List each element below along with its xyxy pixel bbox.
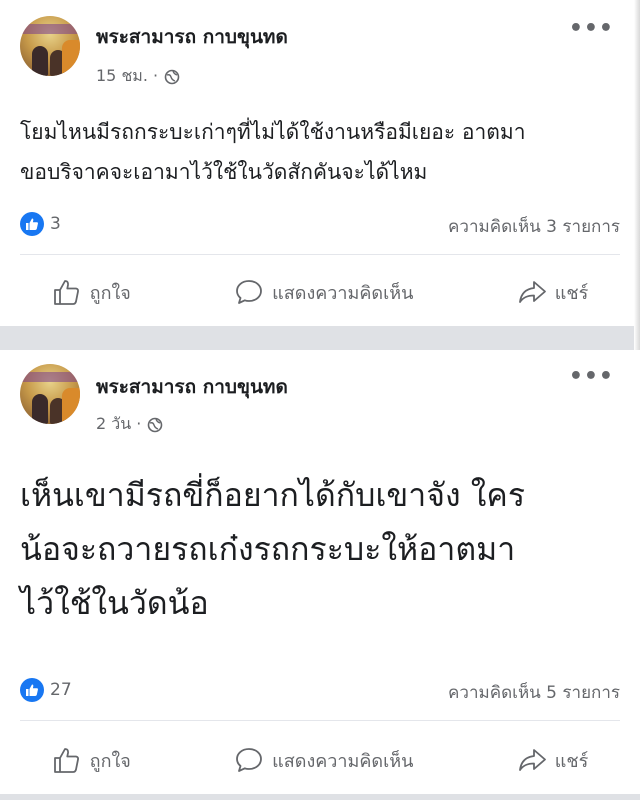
post-meta: 15 ชม. · <box>96 64 180 89</box>
more-options-button[interactable]: ••• <box>569 364 614 389</box>
post-actions-bar: ถูกใจ แสดงความคิดเห็น แชร์ <box>0 270 640 314</box>
share-arrow-icon <box>518 281 546 303</box>
globe-icon <box>164 69 180 84</box>
like-icon <box>20 678 44 702</box>
post-time[interactable]: 2 วัน · <box>96 412 141 437</box>
like-button[interactable]: ถูกใจ <box>52 745 131 775</box>
post-text-line: ไว้ใช้ในวัดน้อ <box>20 584 209 622</box>
like-button[interactable]: ถูกใจ <box>52 277 131 307</box>
share-arrow-icon <box>518 749 546 771</box>
reaction-count: 27 <box>50 680 72 700</box>
comment-bubble-icon <box>236 280 263 304</box>
post-meta: 2 วัน · <box>96 412 163 437</box>
comments-count-link[interactable]: ความคิดเห็น 3 รายการ <box>448 213 620 240</box>
post-text-line: น้อจะถวายรถเก๋งรถกระบะให้อาตมา <box>20 530 516 568</box>
author-avatar[interactable] <box>20 364 80 424</box>
post-card: พระสามารถ กาบขุนทด 2 วัน · ••• เห็นเขามี… <box>0 350 640 794</box>
comment-button[interactable]: แสดงความคิดเห็น <box>234 745 413 775</box>
like-label: ถูกใจ <box>89 750 131 772</box>
post-actions-bar: ถูกใจ แสดงความคิดเห็น แชร์ <box>0 738 640 782</box>
like-label: ถูกใจ <box>89 282 131 304</box>
post-text: เห็นเขามีรถขี่ก็อยากได้กับเขาจัง ใคร น้อ… <box>20 468 622 630</box>
comment-bubble-icon <box>236 748 263 772</box>
thumbs-up-icon <box>53 748 79 773</box>
post-text-line: ขอบริจาคจะเอามาไว้ใช้ในวัดสักคันจะได้ไหม <box>20 160 428 184</box>
comments-count-link[interactable]: ความคิดเห็น 5 รายการ <box>448 679 620 706</box>
page-edge-shadow <box>634 0 640 350</box>
comment-button[interactable]: แสดงความคิดเห็น <box>234 277 413 307</box>
thumbs-up-icon <box>53 280 79 305</box>
post-time[interactable]: 15 ชม. · <box>96 64 158 89</box>
reaction-count: 3 <box>50 214 61 234</box>
share-button[interactable]: แชร์ <box>517 745 589 775</box>
share-button[interactable]: แชร์ <box>517 277 589 307</box>
divider <box>20 254 620 255</box>
author-name[interactable]: พระสามารถ กาบขุนทด <box>96 22 288 52</box>
post-text-line: โยมไหนมีรถกระบะเก่าๆที่ไม่ได้ใช้งานหรือม… <box>20 120 526 144</box>
like-icon <box>20 212 44 236</box>
post-card: พระสามารถ กาบขุนทด 15 ชม. · ••• โยมไหนมี… <box>0 0 640 326</box>
divider <box>20 720 620 721</box>
globe-icon <box>148 417 163 432</box>
comment-label: แสดงความคิดเห็น <box>272 282 414 304</box>
feed-separator <box>0 794 640 800</box>
comment-label: แสดงความคิดเห็น <box>272 750 414 772</box>
share-label: แชร์ <box>554 282 589 304</box>
reaction-summary[interactable]: 3 <box>20 212 61 236</box>
reaction-summary[interactable]: 27 <box>20 678 72 702</box>
post-text: โยมไหนมีรถกระบะเก่าๆที่ไม่ได้ใช้งานหรือม… <box>20 112 622 192</box>
share-label: แชร์ <box>554 750 589 772</box>
author-name[interactable]: พระสามารถ กาบขุนทด <box>96 372 288 402</box>
post-text-line: เห็นเขามีรถขี่ก็อยากได้กับเขาจัง ใคร <box>20 476 526 514</box>
feed-separator <box>0 326 640 350</box>
more-options-button[interactable]: ••• <box>569 16 614 41</box>
author-avatar[interactable] <box>20 16 80 76</box>
